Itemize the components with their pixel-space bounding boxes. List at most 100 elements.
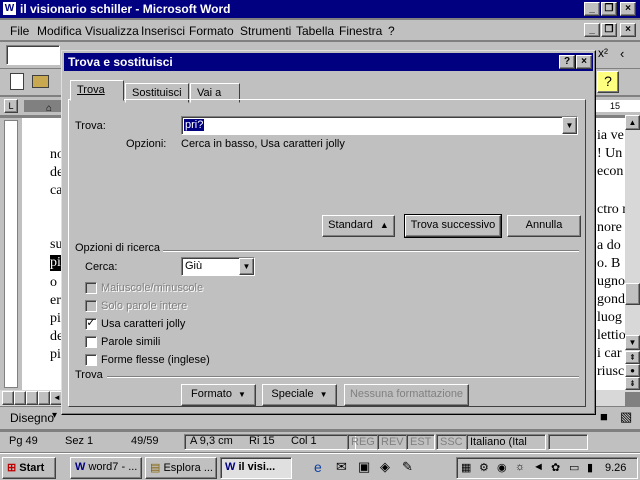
menu-finestra[interactable]: Finestra — [339, 24, 382, 38]
clock[interactable]: 9.26 — [605, 462, 626, 474]
match-case-checkbox[interactable] — [85, 282, 97, 294]
task-label: Esplora ... — [163, 462, 213, 474]
menu-help[interactable]: ? — [388, 24, 395, 38]
online-layout-view-icon[interactable] — [14, 391, 26, 405]
outlook-icon[interactable]: ✉ — [336, 459, 347, 475]
tray-icon[interactable]: ✿ — [551, 461, 560, 474]
doc-restore-icon[interactable]: ❐ — [601, 23, 617, 37]
tray-icon[interactable]: ⚙ — [479, 461, 489, 474]
menu-bar: File Modifica Visualizza Inserisci Forma… — [0, 20, 640, 40]
task-word7[interactable]: W word7 - ... — [70, 457, 142, 479]
find-input[interactable]: pri? ▼ — [181, 116, 578, 135]
scroll-up-icon[interactable]: ▲ — [625, 115, 640, 130]
search-direction-select[interactable]: Giù ▼ — [181, 257, 255, 276]
status-rec[interactable]: REG — [347, 434, 379, 450]
standard-button[interactable]: Standard ▲ — [322, 215, 395, 237]
find-next-button[interactable]: Trova successivo — [404, 214, 502, 238]
chevron-down-icon[interactable]: ▼ — [239, 258, 254, 275]
windows-logo-icon: ⊞ — [7, 462, 17, 474]
desktop-icon[interactable]: ▣ — [358, 459, 370, 475]
volume-icon[interactable]: ◄ — [533, 461, 544, 473]
format-button[interactable]: Formato ▼ — [181, 384, 256, 406]
previous-page-icon[interactable]: ⇞ — [625, 351, 640, 364]
indent-marker-icon[interactable]: ⌂ — [46, 103, 52, 114]
doc-text-fragment: nore — [597, 220, 622, 235]
task-explorer[interactable]: ▤ Esplora ... — [145, 457, 217, 479]
menu-tabella[interactable]: Tabella — [296, 24, 334, 38]
tab-stop-icon[interactable]: L — [4, 99, 18, 113]
next-page-icon[interactable]: ⇟ — [625, 377, 640, 390]
system-tray: ▦ ⚙ ◉ ☼ ◄ ✿ ▭ ▮ 9.26 — [456, 457, 638, 479]
special-button[interactable]: Speciale ▼ — [262, 384, 337, 406]
normal-view-icon[interactable] — [2, 391, 14, 405]
menu-visualizza[interactable]: Visualizza — [85, 24, 139, 38]
tab-label: Sostituisci — [132, 87, 182, 99]
tray-icon[interactable]: ☼ — [515, 461, 525, 473]
outline-view-icon[interactable] — [38, 391, 50, 405]
scroll-thumb[interactable] — [625, 283, 640, 305]
cancel-button[interactable]: Annulla — [507, 215, 581, 237]
task-il-visionario[interactable]: W il visi... — [220, 457, 292, 479]
help-icon[interactable]: ? — [559, 55, 575, 69]
menu-strumenti[interactable]: Strumenti — [240, 24, 291, 38]
minimize-icon[interactable]: _ — [584, 2, 600, 16]
tray-icon[interactable]: ▮ — [587, 461, 593, 474]
menu-file[interactable]: File — [10, 24, 29, 38]
doc-minimize-icon[interactable]: _ — [584, 23, 600, 37]
whole-words-checkbox[interactable] — [85, 300, 97, 312]
dialog-close-icon[interactable]: × — [576, 55, 592, 69]
doc-text-fragment: pi — [50, 347, 61, 362]
status-ext[interactable]: EST — [406, 434, 436, 450]
menu-modifica[interactable]: Modifica — [37, 24, 82, 38]
status-rev[interactable]: REV — [377, 434, 408, 450]
tray-icon[interactable]: ◉ — [497, 461, 507, 474]
draw-menu-button[interactable]: Disegno — [10, 411, 54, 425]
internet-explorer-icon[interactable]: e — [314, 459, 322, 475]
select-browse-object-icon[interactable]: ● — [625, 364, 640, 377]
doc-text-selected: pi — [50, 255, 61, 271]
scroll-down-icon[interactable]: ▼ — [625, 335, 640, 350]
sounds-like-checkbox[interactable] — [85, 336, 97, 348]
office-assistant-icon[interactable]: ? — [597, 71, 619, 93]
task-label: word7 - ... — [88, 461, 138, 473]
3d-icon[interactable]: ▧ — [620, 409, 632, 425]
shadow-icon[interactable]: ■ — [600, 409, 608, 424]
new-document-icon[interactable] — [10, 73, 24, 90]
start-button[interactable]: ⊞ Start — [2, 457, 56, 479]
find-input-value: pri? — [184, 119, 205, 131]
find-history-dropdown-icon[interactable]: ▼ — [562, 117, 577, 134]
tray-icon[interactable]: ▦ — [461, 461, 471, 474]
status-language[interactable]: Italiano (Ital — [466, 434, 546, 450]
status-ovr[interactable]: SSC — [436, 434, 467, 450]
status-spell[interactable] — [548, 434, 588, 450]
doc-close-icon[interactable]: × — [620, 23, 636, 37]
find-tab-panel: Trova: pri? ▼ Opzioni: Cerca in basso, U… — [68, 99, 586, 407]
style-box[interactable] — [6, 45, 60, 65]
word-forms-checkbox[interactable] — [85, 354, 97, 366]
page-layout-view-icon[interactable] — [26, 391, 38, 405]
tab-trova[interactable]: Trova — [70, 80, 124, 101]
vertical-scrollbar[interactable]: ▲ ▼ ⇞ ● ⇟ — [625, 115, 640, 392]
dialog-title: Trova e sostituisci — [68, 55, 173, 69]
doc-text-fragment: er — [50, 293, 61, 308]
superscript-icon[interactable]: x² — [598, 46, 608, 60]
wildcards-checkbox[interactable]: ✓ — [85, 318, 97, 330]
search-direction-value: Giù — [185, 260, 203, 272]
draw-menu-arrow-icon[interactable]: ▾ — [52, 410, 57, 421]
channels-icon[interactable]: ◈ — [380, 459, 390, 475]
notepad-icon[interactable]: ✎ — [402, 459, 413, 475]
word-app-icon[interactable]: W — [3, 2, 16, 15]
status-col: Col 1 — [291, 435, 317, 447]
search-options-divider — [163, 250, 579, 252]
subscript-icon[interactable]: ‹ — [620, 46, 624, 61]
menu-formato[interactable]: Formato — [189, 24, 234, 38]
restore-icon[interactable]: ❐ — [601, 2, 617, 16]
no-formatting-button[interactable]: Nessuna formattazione — [344, 384, 469, 406]
tray-icon[interactable]: ▭ — [569, 461, 579, 474]
word-icon: W — [225, 461, 236, 473]
close-icon[interactable]: × — [620, 2, 636, 16]
task-label: il visi... — [238, 461, 276, 473]
menu-inserisci[interactable]: Inserisci — [141, 24, 185, 38]
open-folder-icon[interactable] — [32, 75, 49, 88]
doc-text-fragment: o. B — [597, 256, 621, 271]
